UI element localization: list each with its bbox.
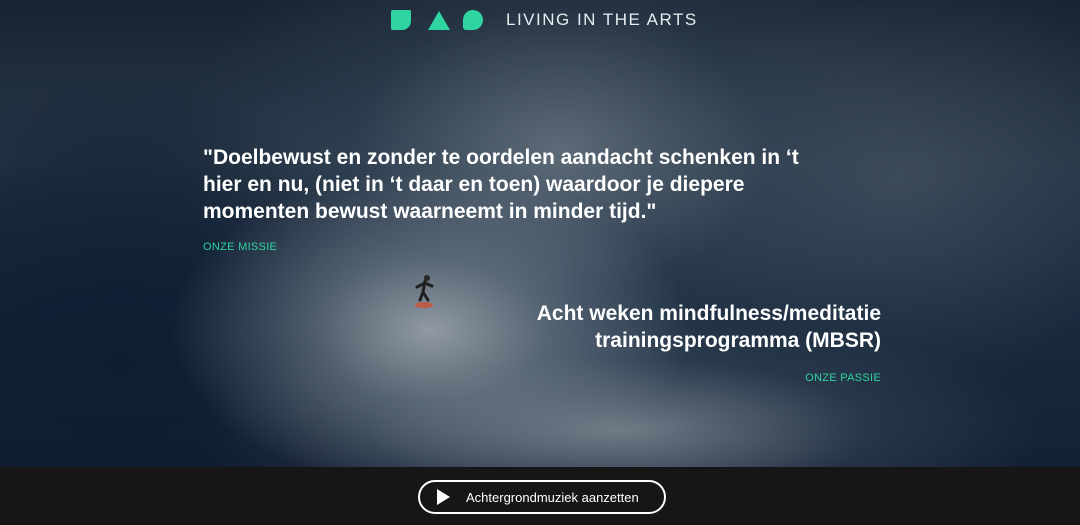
brand-header[interactable]: LIVING IN THE ARTS	[391, 9, 698, 31]
passion-tag: ONZE PASSIE	[805, 372, 881, 384]
triangle-shape-icon	[428, 10, 450, 30]
brand-name: LIVING IN THE ARTS	[506, 10, 698, 29]
background-music-button[interactable]: Achtergrondmuziek aanzetten	[418, 480, 666, 514]
circle-shape-icon	[463, 10, 483, 30]
footer-bar: Achtergrondmuziek aanzetten	[0, 467, 1080, 525]
music-button-label: Achtergrondmuziek aanzetten	[466, 489, 639, 505]
surfer-figure	[415, 275, 434, 308]
mission-tag: ONZE MISSIE	[203, 241, 278, 253]
mission-quote: "Doelbewust en zonder te oordelen aandac…	[203, 146, 799, 223]
play-icon	[437, 489, 450, 505]
square-shape-icon	[391, 10, 411, 30]
hero-overlay	[0, 0, 1080, 467]
passion-headline: Acht weken mindfulness/meditatie trainin…	[536, 302, 881, 352]
hero-background: LIVING IN THE ARTS "Doelbewust en zonder…	[0, 0, 1080, 467]
